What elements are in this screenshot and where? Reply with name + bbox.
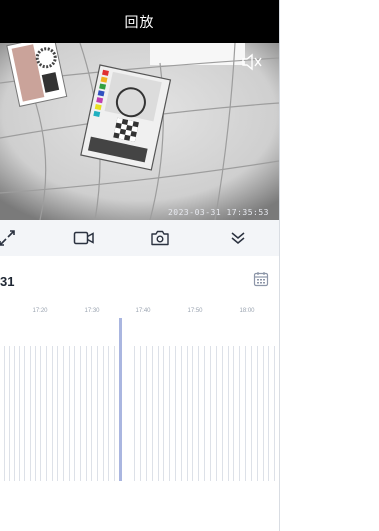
- recording-segment: [114, 346, 115, 481]
- calendar-icon[interactable]: [253, 271, 269, 287]
- recording-segment: [9, 346, 10, 481]
- snapshot-button[interactable]: [149, 228, 171, 248]
- title-bar: 回放: [0, 0, 279, 43]
- recording-segment: [103, 346, 104, 481]
- recording-segment: [257, 346, 258, 481]
- camera-icon: [151, 230, 169, 246]
- recording-segments: [0, 346, 279, 481]
- recording-segment: [216, 346, 217, 481]
- timeline[interactable]: 17:20 17:30 17:40 17:50 18:00: [0, 306, 279, 531]
- speaker-muted-icon[interactable]: [241, 53, 263, 71]
- recording-segment: [140, 346, 141, 481]
- fullscreen-button[interactable]: [0, 228, 18, 248]
- recording-segment: [233, 346, 234, 481]
- recording-segment: [268, 346, 269, 481]
- recording-segment: [57, 346, 58, 481]
- recording-segment: [152, 346, 153, 481]
- recording-segment: [52, 346, 53, 481]
- recording-segment: [63, 346, 64, 481]
- recording-segment: [175, 346, 176, 481]
- recording-segment: [134, 346, 135, 481]
- recording-segment: [274, 346, 275, 481]
- video-camera-icon: [73, 231, 94, 245]
- recording-segment: [24, 346, 25, 481]
- camera-frame: [0, 43, 279, 220]
- video-player[interactable]: 2023-03-31 17:35:53: [0, 43, 279, 220]
- recording-segment: [69, 346, 70, 481]
- recording-segment: [97, 346, 98, 481]
- recording-segment: [239, 346, 240, 481]
- timeline-tick-label: 17:20: [32, 308, 48, 314]
- recording-segment: [91, 346, 92, 481]
- collapse-button[interactable]: [227, 228, 249, 248]
- recording-segment: [245, 346, 246, 481]
- recording-segment: [187, 346, 188, 481]
- recording-segment: [14, 346, 15, 481]
- recording-segment: [146, 346, 147, 481]
- video-timestamp: 2023-03-31 17:35:53: [167, 208, 269, 217]
- timeline-tick-label: 18:00: [239, 308, 255, 314]
- timeline-tick-label: 17:30: [84, 308, 100, 314]
- recording-segment: [198, 346, 199, 481]
- expand-arrows-icon: [0, 230, 15, 246]
- playback-screen: 回放 2023-03-31 17:35:53 31 17:20 17:30 17…: [0, 0, 279, 531]
- recording-segment: [204, 346, 205, 481]
- page-title: 回放: [124, 13, 155, 30]
- recording-segment: [19, 346, 20, 481]
- selected-date: 31: [0, 274, 15, 289]
- record-button[interactable]: [73, 228, 95, 248]
- recording-segment: [74, 346, 75, 481]
- recording-segment: [35, 346, 36, 481]
- recording-segment: [251, 346, 252, 481]
- recording-segment: [169, 346, 170, 481]
- recording-segment: [263, 346, 264, 481]
- timeline-tick-label: 17:50: [187, 308, 203, 314]
- timeline-cursor[interactable]: [119, 318, 122, 481]
- recording-segment: [210, 346, 211, 481]
- recording-segment: [30, 346, 31, 481]
- recording-segment: [158, 346, 159, 481]
- double-chevron-down-icon: [231, 232, 245, 244]
- recording-segment: [163, 346, 164, 481]
- date-bar: 31: [0, 256, 279, 306]
- recording-segment: [192, 346, 193, 481]
- recording-segment: [108, 346, 109, 481]
- recording-segment: [40, 346, 41, 481]
- recording-segment: [46, 346, 47, 481]
- recording-segment: [86, 346, 87, 481]
- playback-controls: [0, 220, 279, 256]
- timeline-tick-label: 17:40: [135, 308, 151, 314]
- recording-segment: [4, 346, 5, 481]
- recording-segment: [80, 346, 81, 481]
- recording-segment: [222, 346, 223, 481]
- recording-segment: [181, 346, 182, 481]
- recording-segment: [228, 346, 229, 481]
